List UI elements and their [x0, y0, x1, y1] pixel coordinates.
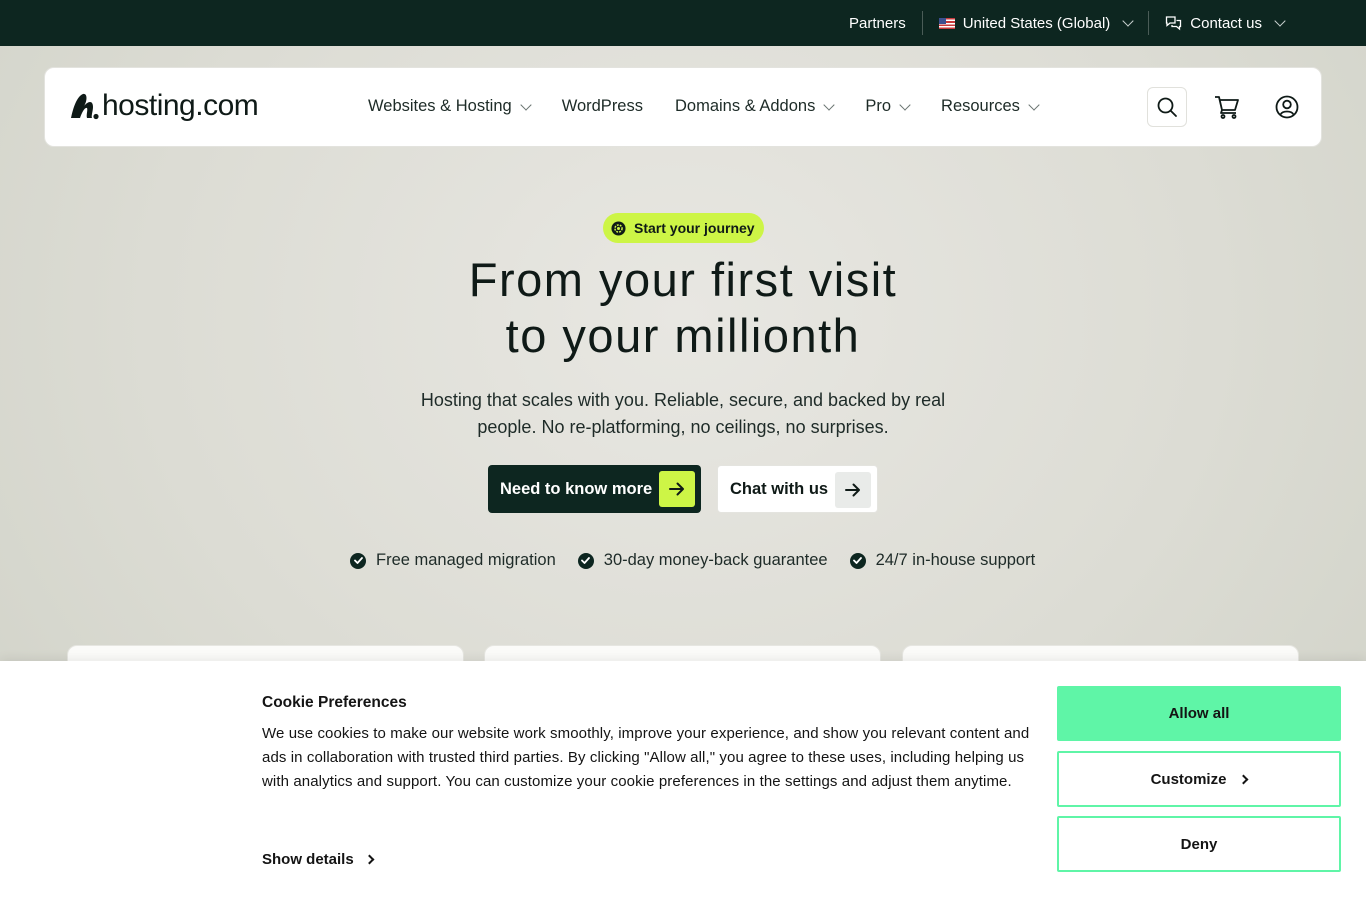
- chevron-right-icon: [1238, 774, 1249, 784]
- button-label: Need to know more: [500, 479, 653, 498]
- need-to-know-more-button[interactable]: Need to know more: [488, 465, 701, 513]
- badge-label: Start your journey: [634, 220, 755, 236]
- chevron-right-icon: [364, 854, 375, 865]
- cart-button[interactable]: [1207, 87, 1247, 127]
- top-utility-bar: Partners United States (Global) Contact …: [0, 0, 1366, 46]
- check-circle-icon: [350, 552, 366, 569]
- arrow-right-icon: [835, 472, 871, 508]
- hero-subtitle: Hosting that scales with you. Reliable, …: [420, 390, 946, 437]
- search-icon: [1157, 97, 1177, 117]
- deny-button[interactable]: Deny: [1057, 816, 1341, 872]
- logo-mark-icon: [71, 93, 99, 120]
- button-label: Allow all: [1168, 705, 1230, 722]
- check-circle-icon: [849, 552, 866, 569]
- account-button[interactable]: [1267, 87, 1307, 127]
- chevron-down-icon: [1274, 15, 1286, 27]
- logo-text: hosting.com: [102, 89, 259, 122]
- allow-all-button[interactable]: Allow all: [1057, 686, 1341, 741]
- chevron-down-icon: [520, 98, 532, 111]
- feature-label: 30-day money-back guarantee: [603, 551, 828, 569]
- button-label: Chat with us: [730, 479, 829, 498]
- feature-item: Free managed migration: [350, 551, 556, 570]
- main-navigation: hosting.com Websites & Hosting WordPress…: [44, 67, 1322, 147]
- partners-label: Partners: [849, 14, 906, 32]
- gear-icon: [611, 220, 626, 236]
- chevron-down-icon: [1122, 15, 1134, 27]
- feature-label: Free managed migration: [376, 551, 556, 569]
- region-selector[interactable]: United States (Global): [938, 14, 1134, 32]
- customize-button[interactable]: Customize: [1057, 751, 1341, 807]
- nav-item-domains-addons[interactable]: Domains & Addons: [675, 97, 836, 116]
- cookie-title: Cookie Preferences: [262, 694, 407, 711]
- show-details-link[interactable]: Show details: [262, 851, 375, 868]
- hero-title-line: From your first visit: [468, 253, 898, 306]
- hero-title: From your first visit to your millionth: [383, 252, 983, 364]
- logo[interactable]: hosting.com: [69, 89, 259, 122]
- button-label: Customize: [1150, 770, 1227, 788]
- check-circle-icon: [577, 552, 594, 569]
- contact-menu[interactable]: Contact us: [1165, 14, 1286, 32]
- nav-item-websites-hosting[interactable]: Websites & Hosting: [368, 97, 532, 116]
- cookie-banner: Cookie Preferences We use cookies to mak…: [0, 661, 1366, 900]
- divider: [921, 11, 923, 35]
- nav-item-label: WordPress: [561, 97, 643, 115]
- feature-item: 30-day money-back guarantee: [577, 551, 828, 570]
- chevron-down-icon: [823, 98, 836, 111]
- nav-item-label: Domains & Addons: [675, 97, 816, 115]
- hero-title-line: to your millionth: [505, 309, 861, 362]
- cart-icon: [1215, 96, 1239, 119]
- nav-actions: [1147, 87, 1307, 127]
- chevron-down-icon: [899, 98, 911, 111]
- show-details-label: Show details: [262, 851, 354, 868]
- chevron-down-icon: [1028, 98, 1040, 111]
- nav-item-label: Websites & Hosting: [368, 97, 512, 115]
- journey-badge: Start your journey: [603, 213, 764, 243]
- feature-list: Free managed migration 30-day money-back…: [350, 551, 1035, 570]
- divider: [1148, 11, 1150, 35]
- chat-bubbles-icon: [1166, 16, 1182, 31]
- feature-label: 24/7 in-house support: [875, 551, 1036, 569]
- nav-item-label: Resources: [941, 97, 1020, 115]
- region-label: United States (Global): [962, 14, 1111, 32]
- cookie-description: We use cookies to make our website work …: [262, 725, 1030, 790]
- arrow-right-icon: [659, 471, 695, 507]
- feature-item: 24/7 in-house support: [849, 551, 1036, 570]
- search-button[interactable]: [1147, 87, 1187, 127]
- nav-menu: Websites & Hosting WordPress Domains & A…: [368, 97, 1040, 116]
- partners-link[interactable]: Partners: [849, 15, 906, 32]
- nav-item-resources[interactable]: Resources: [941, 97, 1040, 116]
- us-flag-icon: [938, 17, 955, 29]
- contact-label: Contact us: [1190, 14, 1262, 32]
- nav-item-wordpress[interactable]: WordPress: [562, 97, 643, 116]
- nav-item-label: Pro: [865, 97, 892, 115]
- nav-item-pro[interactable]: Pro: [865, 97, 911, 116]
- account-icon: [1275, 95, 1299, 119]
- button-label: Deny: [1180, 835, 1218, 853]
- chat-with-us-button[interactable]: Chat with us: [717, 465, 878, 513]
